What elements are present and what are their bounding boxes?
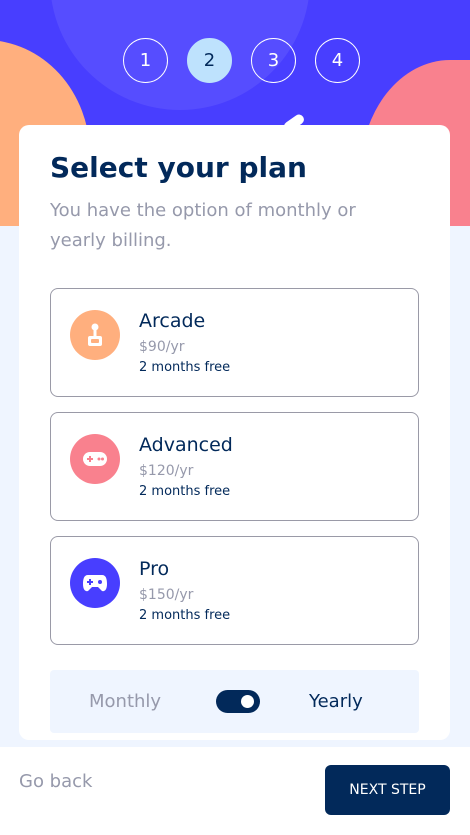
- step-1[interactable]: 1: [123, 38, 168, 83]
- plan-name: Pro: [139, 558, 170, 580]
- step-2[interactable]: 2: [187, 38, 232, 83]
- step-3[interactable]: 3: [251, 38, 296, 83]
- billing-monthly-label[interactable]: Monthly: [89, 691, 161, 712]
- plan-arcade[interactable]: Arcade $90/yr 2 months free: [50, 288, 419, 397]
- joystick-icon: [70, 310, 120, 360]
- plan-list: Arcade $90/yr 2 months free Advanced $12…: [50, 288, 419, 645]
- plan-bonus: 2 months free: [139, 608, 231, 623]
- billing-yearly-label[interactable]: Yearly: [309, 691, 363, 712]
- billing-toggle[interactable]: [216, 690, 260, 713]
- gamepad-icon: [70, 434, 120, 484]
- plan-price: $90/yr: [139, 339, 185, 355]
- next-step-button[interactable]: NEXT STEP: [325, 765, 450, 815]
- page-title: Select your plan: [50, 151, 307, 184]
- plan-name: Arcade: [139, 310, 206, 332]
- page-subtitle: You have the option of monthly or yearly…: [50, 200, 356, 251]
- plan-name: Advanced: [139, 434, 233, 456]
- plan-pro[interactable]: Pro $150/yr 2 months free: [50, 536, 419, 645]
- controller-icon: [70, 558, 120, 608]
- plan-bonus: 2 months free: [139, 484, 231, 499]
- billing-toggle-row: Monthly Yearly: [50, 670, 419, 733]
- plan-card: Select your plan You have the option of …: [19, 125, 450, 740]
- step-indicator: 1 2 3 4: [123, 38, 360, 83]
- plan-price: $150/yr: [139, 587, 194, 603]
- plan-advanced[interactable]: Advanced $120/yr 2 months free: [50, 412, 419, 521]
- footer-bar: Go back NEXT STEP: [0, 747, 470, 835]
- go-back-link[interactable]: Go back: [19, 771, 92, 792]
- toggle-knob: [241, 695, 254, 708]
- step-4[interactable]: 4: [315, 38, 360, 83]
- plan-bonus: 2 months free: [139, 360, 231, 375]
- plan-price: $120/yr: [139, 463, 194, 479]
